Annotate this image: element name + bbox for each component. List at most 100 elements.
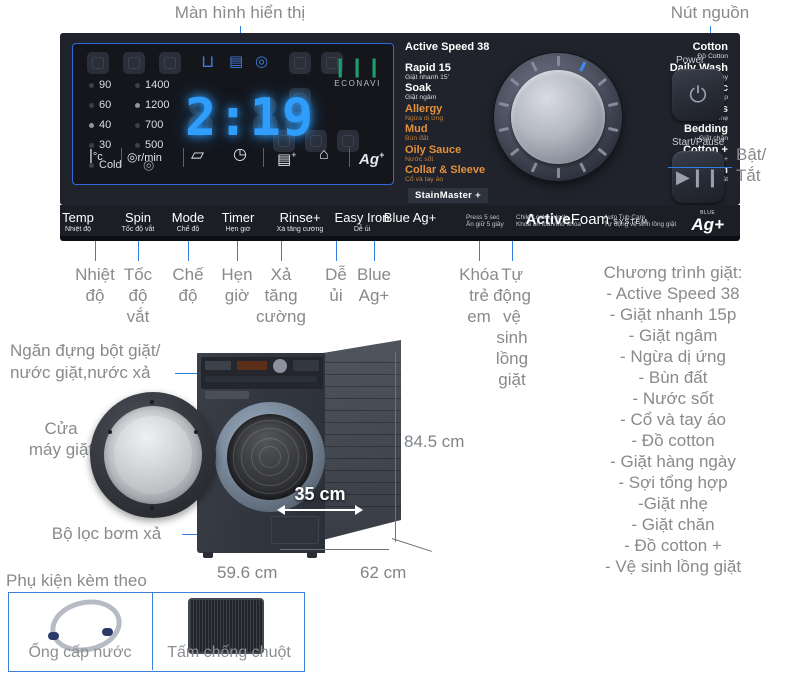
door-glass	[114, 416, 192, 494]
child-lock-en: Child Lock/Unlock	[516, 214, 567, 221]
econavi-label: ECONAVI	[332, 79, 383, 88]
program-list-item: - Giặt nhanh 15p	[548, 304, 798, 325]
play-pause-icon: ▶❙❙	[672, 151, 724, 203]
program-list-item: -Giặt nhẹ	[548, 493, 798, 514]
spin-value-1: 1200	[145, 99, 169, 112]
drain-filter-cover[interactable]	[271, 516, 319, 544]
dial-notch	[498, 127, 508, 132]
dial-notch	[557, 168, 560, 178]
power-button[interactable]: ⏻	[672, 69, 724, 121]
press-5sec-note: Press 5 sec Ấn giữ 5 giây	[466, 214, 504, 229]
annotation-tu-dong-ve-sinh: Tự động vệ sinh lồng giặt	[480, 264, 544, 390]
spin-dot-1	[135, 103, 140, 108]
auto-tub-en: Auto Tub Care	[604, 214, 645, 221]
accessory-caption-1: Tấm chống chuột	[155, 644, 303, 662]
wash-tub-icon: ▤	[229, 54, 243, 69]
eco-indicator-icon	[289, 52, 311, 74]
leader-blue-ag	[374, 241, 375, 261]
drum-width-value: 35 cm	[277, 484, 363, 504]
thermometer-celsius-icon: |°c	[89, 148, 103, 165]
start-pause-button-label: Start/Pause	[672, 137, 724, 148]
accessory-caption-0: Ống cấp nước	[8, 644, 152, 662]
dial-notch	[509, 148, 519, 157]
dial-notch	[498, 102, 508, 107]
program-list-item: - Active Speed 38	[548, 283, 798, 304]
econavi-bars-icon: ❙❙❙	[332, 58, 383, 77]
dim-height-value: 84.5 cm	[404, 432, 464, 452]
leader-toc-do-vat	[138, 241, 139, 261]
machine-control-panel-small	[201, 357, 323, 389]
program-list-item: - Giặt hàng ngày	[548, 451, 798, 472]
spiral-spin-icon: ◎	[255, 54, 268, 69]
panel-bottom-edge	[60, 236, 740, 241]
dial-notch	[557, 56, 560, 66]
leader-hen-gio	[237, 241, 238, 261]
temp-value-1: 60	[99, 99, 111, 112]
timer-clock-icon: ◷	[233, 147, 247, 163]
temp-dot-1	[89, 103, 94, 108]
annotation-blue-ag: Blue Ag+	[342, 264, 406, 306]
program-name-vn: Đồ Cotton	[580, 53, 728, 61]
program-item: CottonĐồ Cotton	[580, 42, 728, 63]
display-screen: ⊔ ▤ ◎ ❙❙❙ ECONAVI 90 60 40 30 Cold	[72, 43, 394, 185]
program-name: Active Speed 38	[405, 42, 555, 53]
temp-value-2: 40	[99, 119, 111, 132]
auto-tub-note: Auto Tub Care Tự động vệ sinh lồng giặt	[604, 214, 676, 229]
dial-notch	[509, 78, 519, 87]
display-icon-row: |°c ◎r/min ▱ ◷ ▤+ ⌂ Ag+	[87, 144, 387, 176]
annotation-drain-filter: Bộ lọc bơm xả	[34, 523, 179, 544]
econavi-logo: ❙❙❙ ECONAVI	[332, 58, 383, 88]
program-list-item: - Giặt ngâm	[548, 325, 798, 346]
wash-basket-icon: ⊔	[201, 54, 214, 69]
stainmaster-badge: StainMaster +	[408, 188, 488, 203]
mode-machine-icon: ▱	[191, 147, 204, 163]
time-display: 8:88 2:19	[185, 92, 325, 148]
child-lock-vn: Khóa an toàn/Mở khóa	[516, 221, 581, 228]
annotation-detergent: Ngăn đựng bột giặt/ nước giặt,nước xả	[10, 340, 190, 384]
spin-value-0: 1400	[145, 79, 169, 92]
program-name: Cotton	[580, 42, 728, 53]
program-list-item: - Đồ cotton +	[548, 535, 798, 556]
dial-notch	[530, 61, 537, 71]
machine-open-door[interactable]	[90, 392, 216, 518]
program-list-item: - Sợi tổng hợp	[548, 472, 798, 493]
dim-height-line	[395, 352, 396, 542]
water-inlet-hose-icon	[46, 598, 116, 646]
accessories-title: Phụ kiện kèm theo	[0, 570, 186, 591]
auto-tub-vn: Tự động vệ sinh lồng giặt	[604, 221, 676, 228]
dim-width-value: 59.6 cm	[217, 563, 277, 583]
power-icon: ⏻	[672, 69, 724, 121]
child-lock-note: Child Lock/Unlock Khóa an toàn/Mở khóa	[516, 214, 581, 229]
spin-value-2: 700	[145, 119, 163, 132]
strip-button-6[interactable]: Blue Ag+	[370, 211, 450, 225]
leader-xa-tang-cuong	[281, 241, 282, 261]
leader-che-do	[188, 241, 189, 261]
tub-care-indicator-icon	[123, 52, 145, 74]
start-pause-button[interactable]: ▶❙❙	[672, 151, 724, 203]
easy-iron-icon: ⌂	[319, 147, 329, 163]
program-list-item: - Đồ cotton	[548, 430, 798, 451]
leader-start-pause	[668, 167, 732, 168]
blue-ag-logo: BLUE Ag+	[691, 210, 724, 234]
detergent-drawer[interactable]	[205, 391, 249, 399]
strip-button-label: Blue Ag+	[370, 211, 450, 225]
program-list-item: - Bùn đất	[548, 367, 798, 388]
bubble-indicator-icon	[159, 52, 181, 74]
accessories-divider	[152, 592, 153, 670]
temp-dot-0	[89, 83, 94, 88]
ag-top-text: BLUE	[691, 210, 724, 216]
dial-notch	[530, 162, 537, 172]
program-list-item: - Cổ và tay áo	[548, 409, 798, 430]
spin-rpm-icon: ◎r/min	[127, 149, 162, 166]
program-name-vn: Cổ và tay áo	[405, 176, 555, 184]
ag-glyph-icon: Ag+	[691, 216, 724, 234]
program-name: Bedding	[580, 124, 728, 135]
annotation-display: Màn hình hiển thị	[140, 2, 340, 23]
power-button-label: Power	[676, 55, 704, 66]
temp-value-0: 90	[99, 79, 111, 92]
ag-plus-icon: Ag+	[359, 147, 384, 168]
temp-dot-2	[89, 123, 94, 128]
annotation-power: Nút nguồn	[640, 2, 780, 23]
spin-dot-0	[135, 83, 140, 88]
press-5sec-en: Press 5 sec	[466, 214, 499, 221]
